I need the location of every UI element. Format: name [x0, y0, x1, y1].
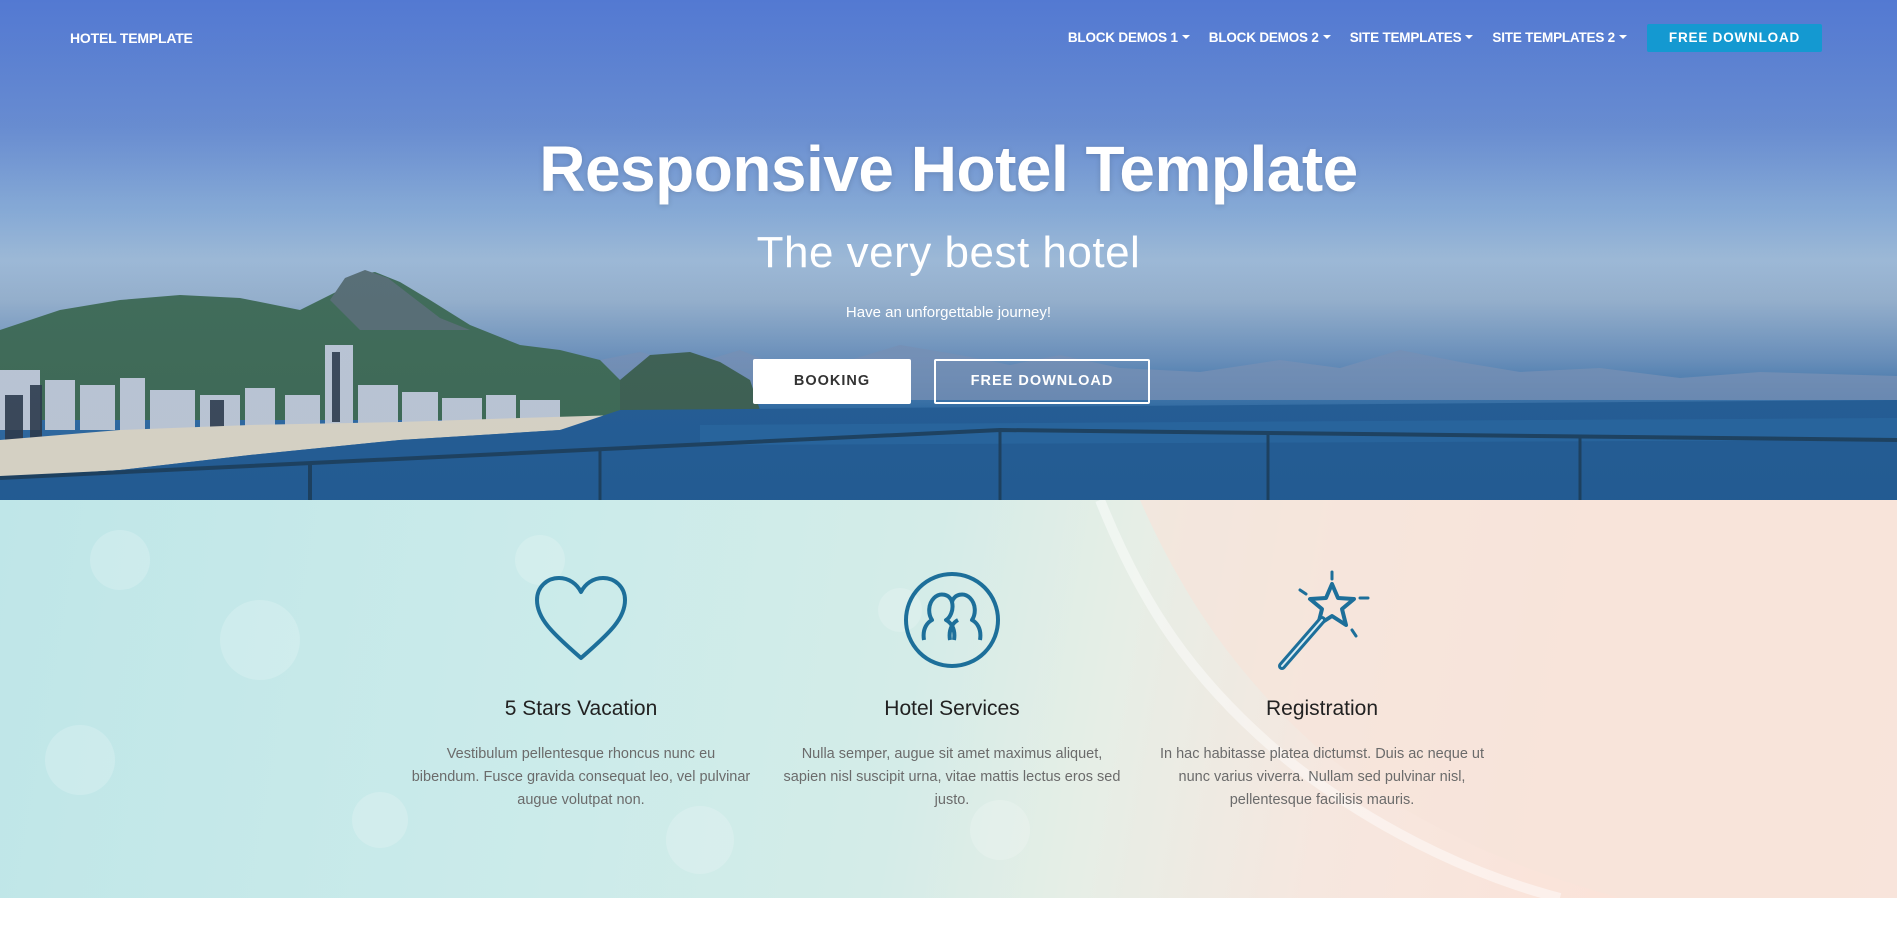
brand-logo[interactable]: HOTEL TEMPLATE	[70, 30, 193, 46]
feature-text: Nulla semper, augue sit amet maximus ali…	[783, 746, 1121, 808]
nav-item-site-templates[interactable]: SITE TEMPLATES	[1350, 30, 1474, 45]
nav-item-label: SITE TEMPLATES 2	[1492, 30, 1615, 45]
navbar: HOTEL TEMPLATE BLOCK DEMOS 1 BLOCK DEMOS…	[0, 0, 1897, 76]
nav-item-block-demos-1[interactable]: BLOCK DEMOS 1	[1068, 30, 1190, 45]
caret-down-icon	[1181, 34, 1190, 39]
hero-tagline: Have an unforgettable journey!	[845, 304, 1052, 321]
users-icon	[904, 572, 1000, 668]
feature-text: In hac habitasse platea dictumst. Duis a…	[1159, 746, 1485, 808]
caret-down-icon	[1465, 34, 1474, 39]
page-bottom	[0, 898, 1897, 941]
nav-item-block-demos-2[interactable]: BLOCK DEMOS 2	[1209, 30, 1331, 45]
nav-item-label: BLOCK DEMOS 2	[1208, 30, 1319, 45]
heart-icon	[535, 576, 627, 660]
nav-item-label: SITE TEMPLATES	[1349, 30, 1462, 45]
caret-down-icon	[1322, 34, 1331, 39]
caret-down-icon	[1619, 34, 1627, 39]
free-download-button[interactable]: FREE DOWNLOAD	[934, 359, 1150, 404]
booking-button[interactable]: BOOKING	[753, 359, 911, 404]
feature-title: Hotel Services	[884, 697, 1020, 720]
nav-item-site-templates-2[interactable]: SITE TEMPLATES 2	[1492, 30, 1627, 45]
feature-title: Registration	[1265, 697, 1379, 720]
free-download-nav-button[interactable]: FREE DOWNLOAD	[1647, 24, 1822, 52]
hero-subtitle: The very best hotel	[756, 228, 1141, 277]
magic-wand-icon	[1278, 570, 1370, 670]
nav-links: BLOCK DEMOS 1 BLOCK DEMOS 2 SITE TEMPLAT…	[1049, 30, 1627, 45]
hero-section: HOTEL TEMPLATE BLOCK DEMOS 1 BLOCK DEMOS…	[0, 0, 1897, 500]
hero-title: Responsive Hotel Template	[539, 133, 1358, 205]
feature-title: 5 Stars Vacation	[504, 697, 658, 720]
features-section: 5 Stars Vacation Vestibulum pellentesque…	[0, 500, 1897, 898]
nav-item-label: BLOCK DEMOS 1	[1067, 30, 1178, 45]
feature-text: Vestibulum pellentesque rhoncus nunc eu …	[411, 746, 751, 808]
